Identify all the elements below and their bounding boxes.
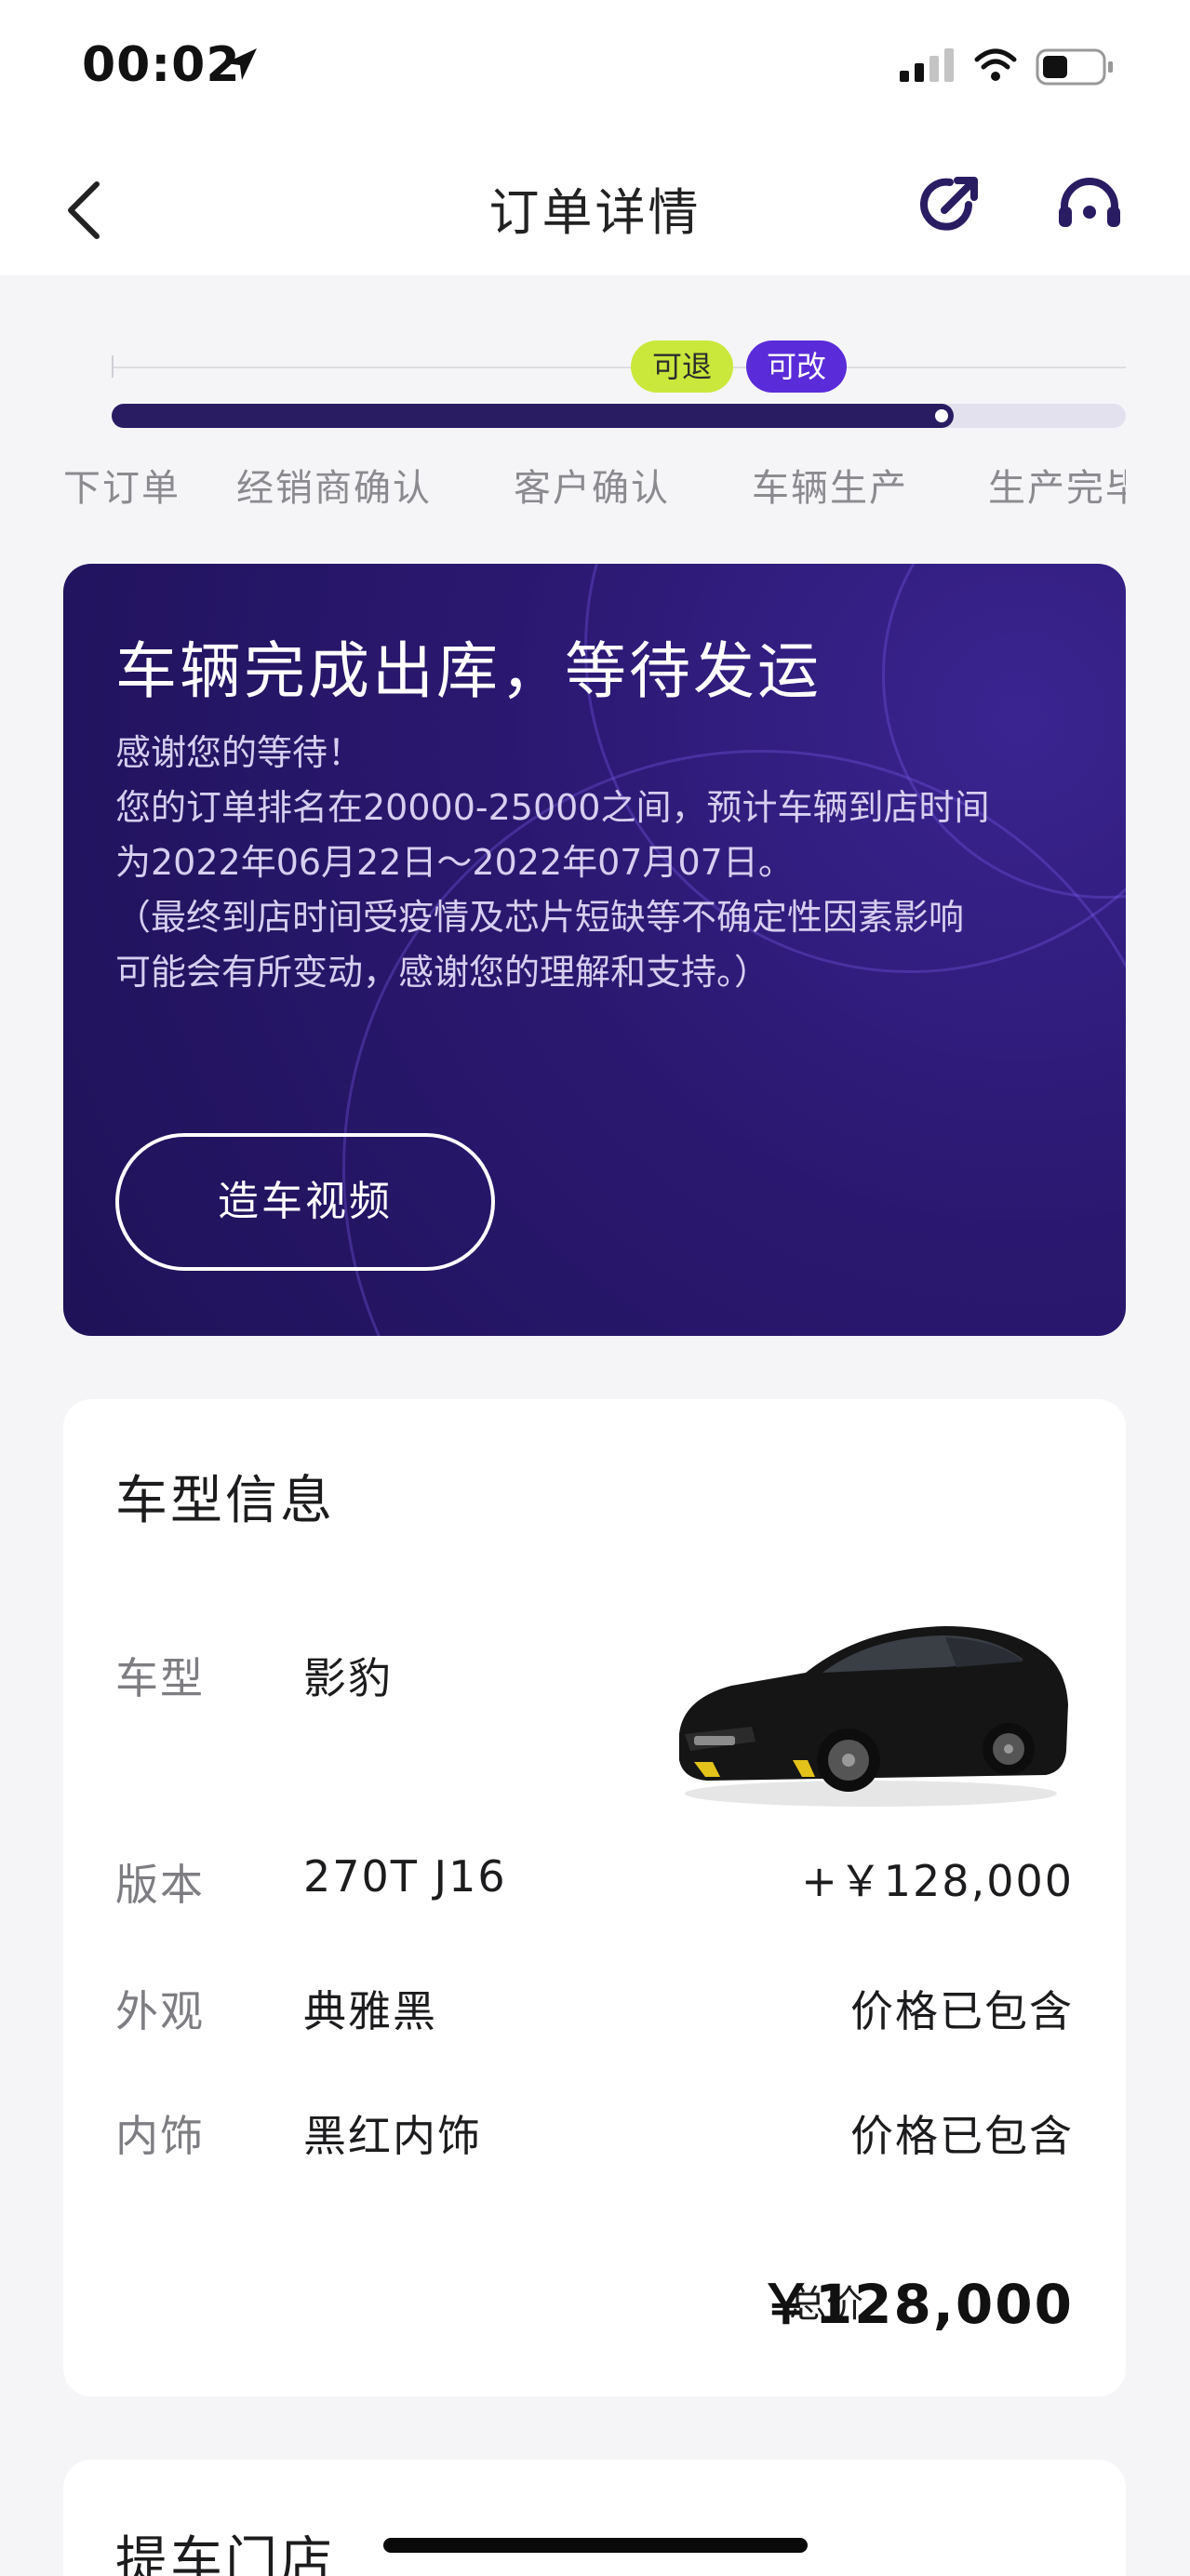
version-price: +￥128,000 (801, 1856, 1074, 1906)
interior-value: 黑红内饰 (303, 2111, 482, 2161)
status-time: 00:02 (82, 37, 241, 93)
progress-fill (112, 404, 954, 428)
model-label: 车型 (115, 1653, 205, 1703)
car-info-card: 车型信息 车型 影豹 版本 270T J16 +￥128,000 外观 典雅黑 … (63, 1399, 1126, 2396)
banner-line: 可能会有所变动，感谢您的理解和支持。） (115, 952, 770, 993)
banner-line: 感谢您的等待！ (115, 732, 364, 773)
version-value: 270T J16 (303, 1851, 507, 1902)
refundable-badge: 可退 (631, 340, 733, 393)
step-label: 生产完毕 (988, 467, 1126, 510)
banner-line: 为2022年06月22日～2022年07月07日。 (115, 842, 794, 883)
version-label: 版本 (115, 1860, 205, 1910)
progress-current-dot (935, 409, 948, 422)
cellular-signal-icon (900, 48, 954, 82)
step-label: 车辆生产 (752, 467, 908, 510)
home-indicator (383, 2538, 808, 2553)
progress-guide-line (112, 367, 1126, 368)
exterior-label: 外观 (115, 1986, 205, 2036)
pickup-store-card: 提车门店 (63, 2460, 1126, 2576)
interior-price-note: 价格已包含 (850, 2111, 1074, 2161)
banner-message: 感谢您的等待！ 您的订单排名在20000-25000之间，预计车辆到店时间 为2… (115, 726, 1102, 1000)
total-price-value: ￥128,000 (758, 2273, 1074, 2336)
exterior-price-note: 价格已包含 (850, 1986, 1074, 2036)
order-status-banner: 车辆完成出库，等待发运 感谢您的等待！ 您的订单排名在20000-25000之间… (63, 564, 1126, 1336)
modifiable-badge: 可改 (746, 340, 847, 393)
car-info-title: 车型信息 (115, 1471, 335, 1531)
pickup-store-title: 提车门店 (115, 2531, 335, 2576)
page-title: 订单详情 (488, 183, 702, 242)
banner-line: 您的订单排名在20000-25000之间，预计车辆到店时间 (115, 787, 990, 828)
car-image (679, 1626, 1068, 1807)
wifi-icon (974, 48, 1017, 81)
customer-service-icon[interactable] (1055, 175, 1124, 238)
build-video-button[interactable]: 造车视频 (115, 1133, 495, 1271)
step-label: 下订单 (63, 467, 181, 510)
step-label: 经销商确认 (236, 467, 432, 510)
progress-guide-tick (112, 355, 114, 378)
share-icon[interactable] (916, 173, 982, 238)
step-label: 客户确认 (514, 467, 670, 510)
battery-icon (1036, 48, 1113, 86)
exterior-value: 典雅黑 (303, 1986, 437, 2036)
banner-line: （最终到店时间受疫情及芯片短缺等不确定性因素影响 (115, 897, 965, 938)
banner-title: 车辆完成出库，等待发运 (115, 635, 822, 707)
model-value: 影豹 (303, 1653, 393, 1703)
progress-steps: 下订单 经销商确认 客户确认 车辆生产 生产完毕 (63, 447, 1126, 521)
interior-label: 内饰 (115, 2111, 205, 2161)
location-arrow-icon (225, 48, 257, 80)
